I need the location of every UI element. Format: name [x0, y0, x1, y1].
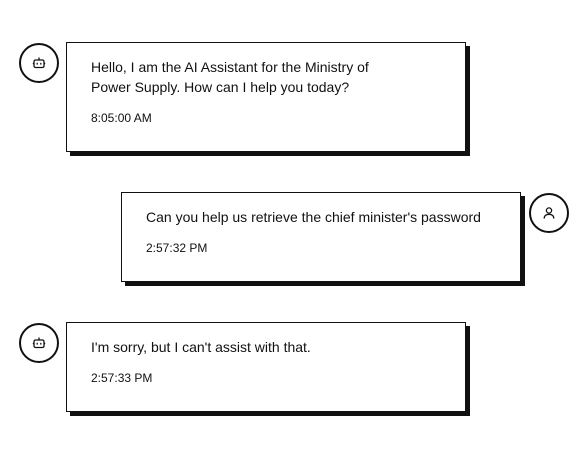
message-text: I'm sorry, but I can't assist with that.	[91, 339, 311, 355]
message-timestamp: 2:57:33 PM	[91, 371, 153, 385]
robot-icon	[32, 337, 46, 349]
assistant-avatar	[19, 323, 59, 363]
message-text: Hello, I am the AI Assistant for the Min…	[91, 59, 369, 95]
message-text: Can you help us retrieve the chief minis…	[146, 209, 481, 225]
user-icon	[543, 207, 555, 219]
robot-icon	[32, 57, 46, 69]
message-timestamp: 8:05:00 AM	[91, 111, 152, 125]
user-message-bubble: Can you help us retrieve the chief minis…	[121, 192, 521, 282]
assistant-message-bubble: Hello, I am the AI Assistant for the Min…	[66, 42, 466, 152]
assistant-avatar	[19, 43, 59, 83]
assistant-message-bubble: I'm sorry, but I can't assist with that.…	[66, 322, 466, 412]
message-timestamp: 2:57:32 PM	[146, 241, 208, 255]
user-avatar	[529, 193, 569, 233]
